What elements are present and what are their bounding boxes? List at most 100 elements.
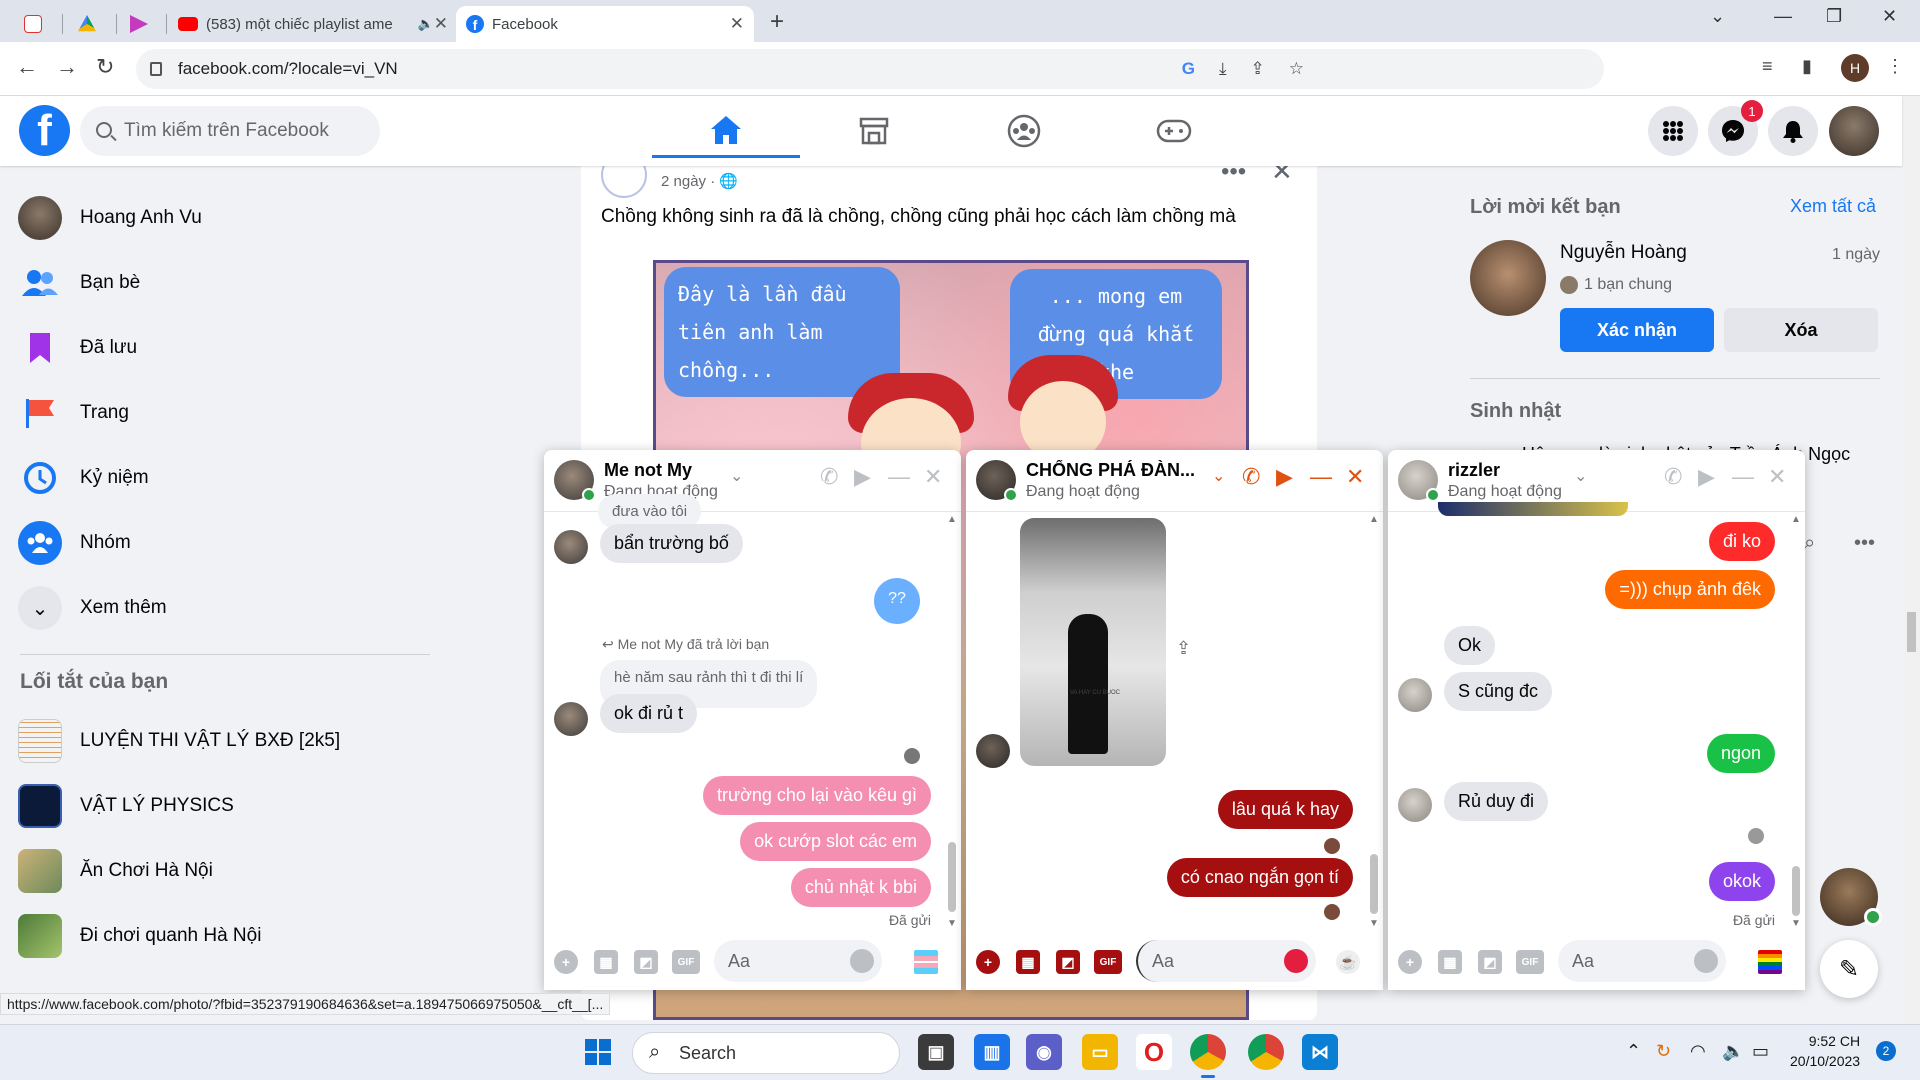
message-input[interactable]: Aa	[1136, 940, 1316, 982]
tray-chevron-icon[interactable]: ⌃	[1626, 1041, 1641, 1062]
gif-icon[interactable]: GIF	[1516, 950, 1544, 974]
friend-request-name[interactable]: Nguyễn Hoàng	[1560, 242, 1687, 264]
menu-button[interactable]	[1648, 106, 1698, 156]
volume-icon[interactable]: 🔈	[1722, 1041, 1744, 1062]
minimize-icon[interactable]: —	[888, 464, 910, 490]
widgets-icon[interactable]: ▥	[974, 1034, 1010, 1070]
share-icon[interactable]: ⇪	[1176, 638, 1191, 659]
page-scrollbar-thumb[interactable]	[1907, 612, 1916, 652]
maximize-button[interactable]: ❐	[1826, 6, 1842, 27]
profile-avatar[interactable]: H	[1841, 54, 1869, 82]
tab-pinned-drive[interactable]	[68, 6, 114, 42]
message-outgoing[interactable]: ok cướp slot các em	[740, 822, 931, 861]
minimize-icon[interactable]: —	[1310, 464, 1332, 490]
facebook-logo[interactable]: f	[19, 105, 70, 156]
scrollbar-thumb[interactable]	[1370, 854, 1378, 914]
message-incoming[interactable]: S cũng đc	[1444, 672, 1553, 711]
side-panel-icon[interactable]: ▮	[1802, 56, 1812, 77]
taskbar-clock[interactable]: 9:52 CH 20/10/2023	[1790, 1031, 1860, 1071]
search-input[interactable]: Tìm kiếm trên Facebook	[80, 106, 380, 156]
image-icon[interactable]: ▦	[1438, 950, 1462, 974]
video-icon[interactable]: ▶	[854, 464, 871, 490]
shortcut-item[interactable]: VẬT LÝ PHYSICS	[18, 778, 234, 834]
install-icon[interactable]: ⤓	[1219, 59, 1227, 79]
close-icon[interactable]: ✕	[730, 14, 744, 34]
nav-marketplace[interactable]	[800, 104, 948, 158]
message-outgoing[interactable]: có cnao ngắn gọn tí	[1166, 858, 1353, 897]
delete-request-button[interactable]: Xóa	[1724, 308, 1878, 352]
message-outgoing[interactable]: trường cho lại vào kêu gì	[703, 776, 931, 815]
message-outgoing[interactable]: =))) chụp ảnh đêk	[1605, 570, 1775, 609]
scroll-down-icon[interactable]: ▼	[1369, 918, 1379, 929]
notifications-button[interactable]	[1768, 106, 1818, 156]
confirm-request-button[interactable]: Xác nhận	[1560, 308, 1714, 352]
nav-groups[interactable]	[950, 104, 1098, 158]
close-icon[interactable]: ✕	[434, 14, 448, 34]
close-icon[interactable]: ✕	[924, 464, 942, 490]
emoji-icon[interactable]	[1694, 949, 1718, 973]
gif-icon[interactable]: GIF	[1094, 950, 1122, 974]
sidebar-item-profile[interactable]: Hoang Anh Vu	[18, 190, 202, 246]
video-icon[interactable]: ▶	[1698, 464, 1715, 490]
forward-button[interactable]: →	[56, 54, 78, 80]
chevron-down-icon[interactable]: ⌄	[1212, 466, 1225, 486]
speaker-icon[interactable]: 🔈	[418, 16, 434, 32]
nav-home[interactable]	[652, 104, 800, 158]
scroll-down-icon[interactable]: ▼	[947, 918, 957, 929]
plus-icon[interactable]: +	[554, 950, 578, 974]
sticker-icon[interactable]: ◩	[1478, 950, 1502, 974]
new-message-button[interactable]: ✎	[1820, 940, 1878, 998]
wifi-icon[interactable]: ◠	[1690, 1041, 1706, 1062]
new-tab-button[interactable]: +	[770, 8, 784, 36]
file-explorer-icon[interactable]: ▭	[1082, 1034, 1118, 1070]
scrollbar-thumb[interactable]	[948, 842, 956, 912]
chevron-down-icon[interactable]: ⌄	[730, 466, 743, 486]
tab-pinned-3[interactable]	[120, 6, 166, 42]
image-icon[interactable]: ▦	[1016, 950, 1040, 974]
chevron-down-icon[interactable]: ⌄	[1574, 466, 1587, 486]
shortcut-item[interactable]: Đi chơi quanh Hà Nội	[18, 908, 261, 964]
mutual-friends[interactable]: 1 bạn chung	[1560, 276, 1672, 294]
message-outgoing[interactable]: ngon	[1706, 734, 1775, 773]
menu-kebab-icon[interactable]: ⋮	[1886, 56, 1904, 77]
phone-icon[interactable]: ✆	[1242, 464, 1260, 490]
notification-badge[interactable]: 2	[1876, 1041, 1896, 1061]
back-button[interactable]: ←	[16, 54, 38, 80]
share-icon[interactable]: ⇪	[1251, 59, 1265, 79]
sidebar-item-pages[interactable]: Trang	[18, 385, 129, 441]
scrollbar[interactable]: ▲ ▼	[945, 512, 959, 932]
opera-icon[interactable]: O	[1136, 1034, 1172, 1070]
message-incoming[interactable]: ok đi rủ t	[600, 694, 698, 733]
message-outgoing[interactable]: chủ nhật k bbi	[790, 868, 931, 907]
plus-icon[interactable]: +	[976, 950, 1000, 974]
chrome-profile-icon[interactable]	[1248, 1034, 1284, 1070]
coffee-reaction-icon[interactable]: ☕	[1336, 950, 1360, 974]
quick-reaction-icon[interactable]	[914, 950, 938, 974]
message-outgoing[interactable]: đi ko	[1708, 522, 1775, 561]
sticker-icon[interactable]: ◩	[634, 950, 658, 974]
account-avatar[interactable]	[1829, 106, 1879, 156]
message-outgoing[interactable]: lâu quá k hay	[1217, 790, 1353, 829]
chat-header[interactable]: CHỐNG PHÁ ĐÀN... Đang hoạt động ⌄ ✆ ▶ — …	[966, 450, 1383, 512]
teams-icon[interactable]: ◉	[1026, 1034, 1062, 1070]
sidebar-item-groups[interactable]: Nhóm	[18, 515, 131, 571]
tab-youtube[interactable]: (583) một chiếc playlist ame 🔈 ✕	[168, 6, 458, 42]
taskbar-search[interactable]: ⌕ Search	[632, 1032, 900, 1074]
scroll-down-icon[interactable]: ▼	[1791, 918, 1801, 929]
scrollbar[interactable]: ▲ ▼	[1789, 512, 1803, 932]
scrollbar-thumb[interactable]	[1792, 866, 1800, 916]
sidebar-item-see-more[interactable]: ⌄ Xem thêm	[18, 580, 167, 636]
close-icon[interactable]: ✕	[1768, 464, 1786, 490]
phone-icon[interactable]: ✆	[1664, 464, 1682, 490]
contacts-search-icon[interactable]: ⌕	[1804, 532, 1815, 555]
contacts-more-icon[interactable]: •••	[1854, 532, 1875, 555]
scrollbar[interactable]: ▲ ▼	[1367, 512, 1381, 932]
message-incoming[interactable]: Ok	[1444, 626, 1496, 665]
tab-pinned-1[interactable]	[14, 6, 60, 42]
battery-icon[interactable]: ▭	[1752, 1041, 1769, 1062]
minimize-icon[interactable]: —	[1732, 464, 1754, 490]
emoji-icon[interactable]	[1284, 949, 1308, 973]
reload-button[interactable]: ↻	[96, 54, 114, 80]
message-incoming[interactable]: bẩn trường bố	[600, 524, 743, 563]
gif-icon[interactable]: GIF	[672, 950, 700, 974]
